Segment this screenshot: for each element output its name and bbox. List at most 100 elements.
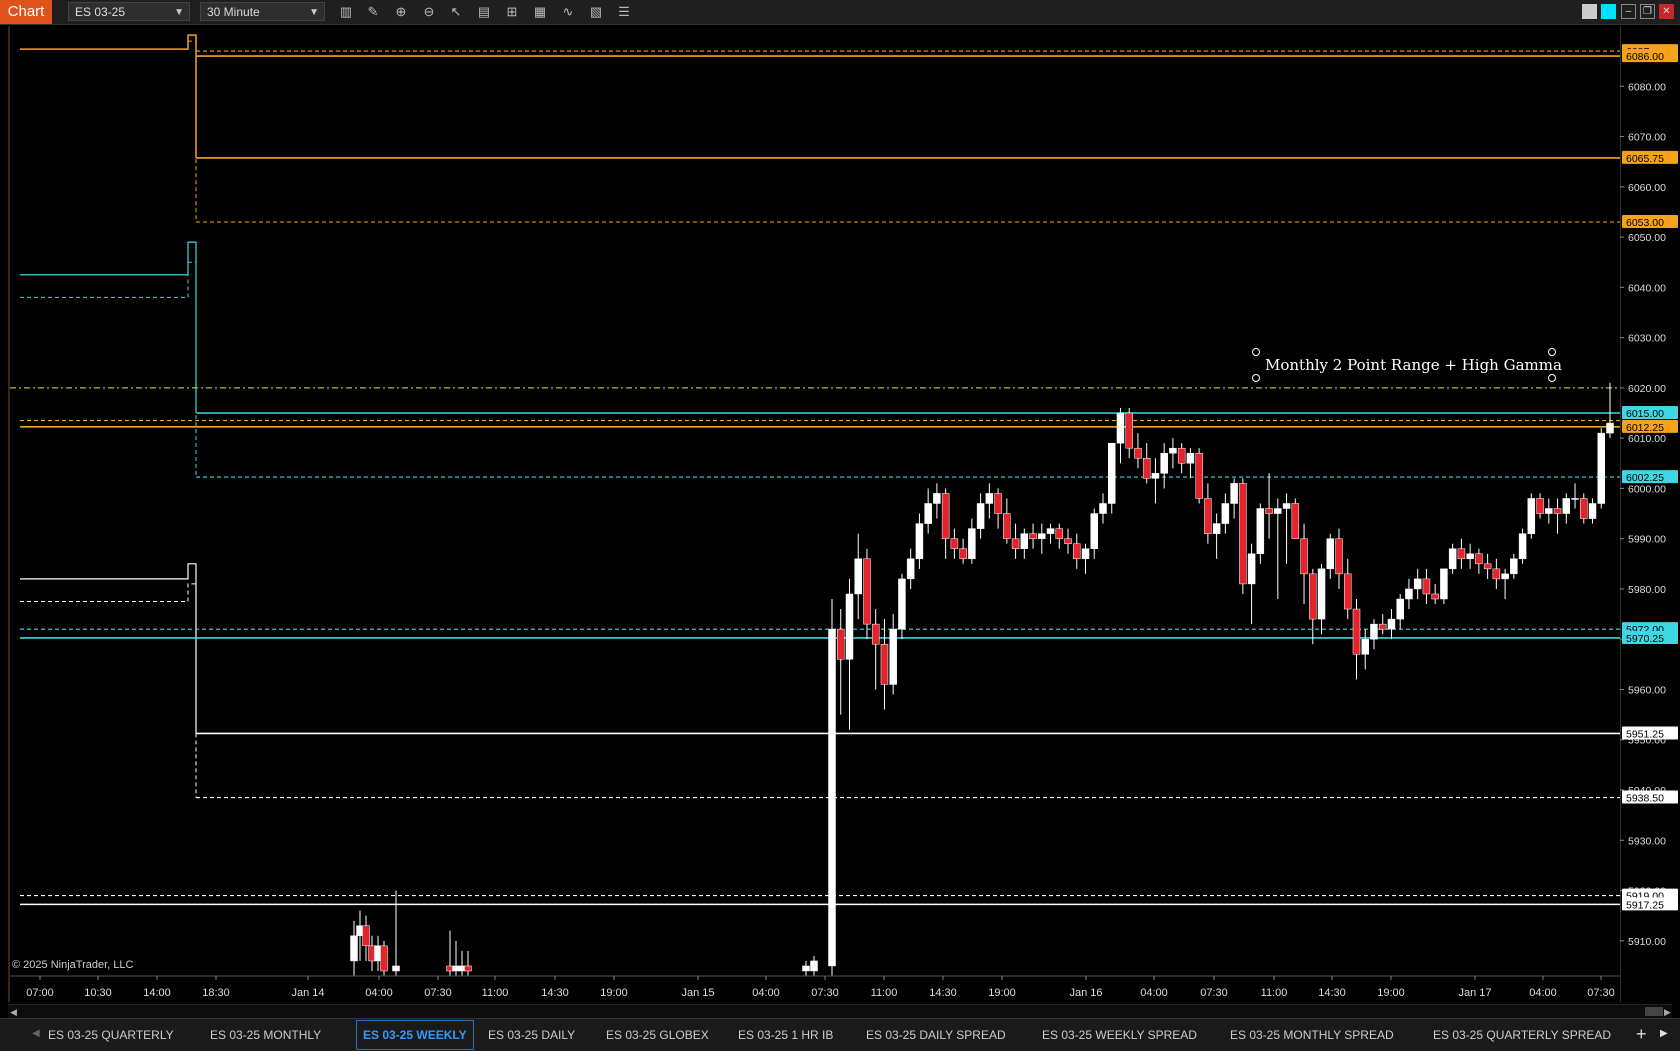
- candle-body[interactable]: [1545, 508, 1553, 514]
- candle-body[interactable]: [1527, 498, 1536, 534]
- window-color-icon[interactable]: [1582, 4, 1597, 19]
- zoom-in-icon[interactable]: ⊕: [392, 3, 410, 21]
- drawing-tool-icon[interactable]: ✎: [364, 3, 382, 21]
- candle-body[interactable]: [880, 643, 889, 685]
- candle-body[interactable]: [1291, 503, 1300, 539]
- properties-icon[interactable]: ▤: [475, 3, 493, 21]
- candle-body[interactable]: [871, 623, 880, 645]
- candle-body[interactable]: [1055, 528, 1064, 539]
- candle-body[interactable]: [1029, 533, 1037, 539]
- candle-body[interactable]: [1501, 573, 1509, 580]
- close-icon[interactable]: ✕: [1659, 4, 1674, 19]
- candle-body[interactable]: [1326, 538, 1335, 570]
- candle-body[interactable]: [1457, 548, 1466, 560]
- candle-body[interactable]: [1169, 447, 1177, 454]
- tab-es-03-25-globex[interactable]: ES 03-25 GLOBEX: [606, 1019, 709, 1051]
- tab-es-03-25-1-hr-ib[interactable]: ES 03-25 1 HR IB: [738, 1019, 833, 1051]
- templates-icon[interactable]: ⊞: [503, 3, 521, 21]
- candle-body[interactable]: [1571, 498, 1579, 500]
- candle-body[interactable]: [1387, 618, 1396, 630]
- candle-body[interactable]: [1221, 503, 1230, 524]
- candle-body[interactable]: [1177, 447, 1186, 464]
- candle-body[interactable]: [1003, 513, 1011, 539]
- candle-body[interactable]: [1038, 533, 1046, 539]
- candle-body[interactable]: [1361, 638, 1369, 655]
- tab-es-03-25-monthly[interactable]: ES 03-25 MONTHLY: [210, 1019, 321, 1051]
- candle-body[interactable]: [836, 628, 845, 660]
- candle-body[interactable]: [1422, 578, 1431, 595]
- candle-body[interactable]: [1134, 447, 1142, 459]
- candle-body[interactable]: [810, 960, 818, 972]
- candle-body[interactable]: [464, 965, 472, 972]
- candle-body[interactable]: [1588, 503, 1597, 519]
- candle-body[interactable]: [1413, 578, 1422, 590]
- chart-panel[interactable]: 07:00 10:30 14:00 18:30 Jan 14 04:00 07:30 11:0…: [8, 26, 1622, 1002]
- window-link-icon[interactable]: [1601, 4, 1616, 19]
- pointer-icon[interactable]: ↖: [447, 3, 465, 21]
- candle-body[interactable]: [1300, 538, 1308, 575]
- tab-es-03-25-weekly[interactable]: ES 03-25 WEEKLY: [356, 1020, 474, 1050]
- candle-body[interactable]: [933, 493, 941, 504]
- scroll-left-icon[interactable]: ◀: [10, 1007, 17, 1018]
- candle-body[interactable]: [1536, 498, 1544, 514]
- candle-body[interactable]: [1151, 473, 1160, 479]
- candle-body[interactable]: [1230, 483, 1238, 504]
- strategies-icon[interactable]: ▧: [587, 3, 605, 21]
- candle-body[interactable]: [1204, 498, 1212, 534]
- annotation-handle[interactable]: [1252, 374, 1260, 382]
- annotation-text[interactable]: Monthly 2 Point Range + High Gamma: [1265, 356, 1562, 374]
- candle-body[interactable]: [1186, 452, 1195, 464]
- tab-es-03-25-quarterly-spread[interactable]: ES 03-25 QUARTERLY SPREAD: [1433, 1019, 1611, 1051]
- candle-body[interactable]: [1378, 623, 1387, 630]
- candle-body[interactable]: [1475, 553, 1483, 565]
- candle-body[interactable]: [1597, 432, 1606, 504]
- candle-body[interactable]: [1396, 598, 1404, 620]
- scroll-right-icon[interactable]: ▶: [1664, 1007, 1671, 1018]
- candle-body[interactable]: [863, 558, 871, 625]
- price-axis-scale[interactable]: 5910.005920.005930.005940.005950.005960.…: [1619, 26, 1680, 1002]
- candle-body[interactable]: [1099, 503, 1107, 514]
- tab-es-03-25-monthly-spread[interactable]: ES 03-25 MONTHLY SPREAD: [1230, 1019, 1394, 1051]
- candle-body[interactable]: [1344, 573, 1352, 610]
- scroll-thumb[interactable]: [1645, 1007, 1663, 1016]
- annotation-handle[interactable]: [1548, 348, 1556, 356]
- candle-body[interactable]: [915, 523, 924, 560]
- candle-body[interactable]: [1510, 558, 1518, 575]
- candle-body[interactable]: [1466, 553, 1474, 560]
- candle-body[interactable]: [1212, 523, 1221, 534]
- candle-body[interactable]: [1125, 412, 1133, 449]
- candle-body[interactable]: [1553, 508, 1562, 514]
- candle-body[interactable]: [1580, 498, 1588, 519]
- candle-body[interactable]: [828, 628, 836, 967]
- interval-selector[interactable]: 30 Minute ▼: [200, 2, 325, 21]
- candle-body[interactable]: [1239, 483, 1247, 585]
- maximize-icon[interactable]: ❐: [1640, 4, 1655, 19]
- tabs-scroll-right-icon[interactable]: ▶: [1660, 1028, 1668, 1039]
- candle-body[interactable]: [1492, 568, 1501, 580]
- candle-body[interactable]: [1142, 457, 1151, 479]
- candle-body[interactable]: [1020, 533, 1029, 549]
- candle-body[interactable]: [1606, 422, 1614, 434]
- indicators-icon[interactable]: ∿: [559, 3, 577, 21]
- candle-body[interactable]: [898, 578, 906, 630]
- tabs-scroll-left-icon[interactable]: ◀: [32, 1028, 40, 1039]
- candle-body[interactable]: [1116, 412, 1125, 444]
- tab-es-03-25-daily-spread[interactable]: ES 03-25 DAILY SPREAD: [866, 1019, 1006, 1051]
- minimize-icon[interactable]: –: [1621, 4, 1636, 19]
- annotation-handle[interactable]: [1252, 348, 1260, 356]
- candle-body[interactable]: [392, 965, 400, 972]
- candle-body[interactable]: [1107, 442, 1116, 504]
- candle-body[interactable]: [845, 593, 854, 660]
- candle-body[interactable]: [1282, 503, 1291, 509]
- candle-body[interactable]: [1046, 528, 1055, 534]
- candle-body[interactable]: [1064, 538, 1072, 544]
- tab-es-03-25-quarterly[interactable]: ES 03-25 QUARTERLY: [48, 1019, 174, 1051]
- zoom-out-icon[interactable]: ⊖: [420, 3, 438, 21]
- candle-body[interactable]: [1309, 573, 1317, 620]
- candle-body[interactable]: [976, 503, 985, 529]
- candle-body[interactable]: [1160, 452, 1168, 474]
- candle-body[interactable]: [380, 945, 388, 972]
- data-box-icon[interactable]: ▦: [531, 3, 549, 21]
- candle-body[interactable]: [941, 493, 950, 539]
- candle-body[interactable]: [1265, 508, 1273, 514]
